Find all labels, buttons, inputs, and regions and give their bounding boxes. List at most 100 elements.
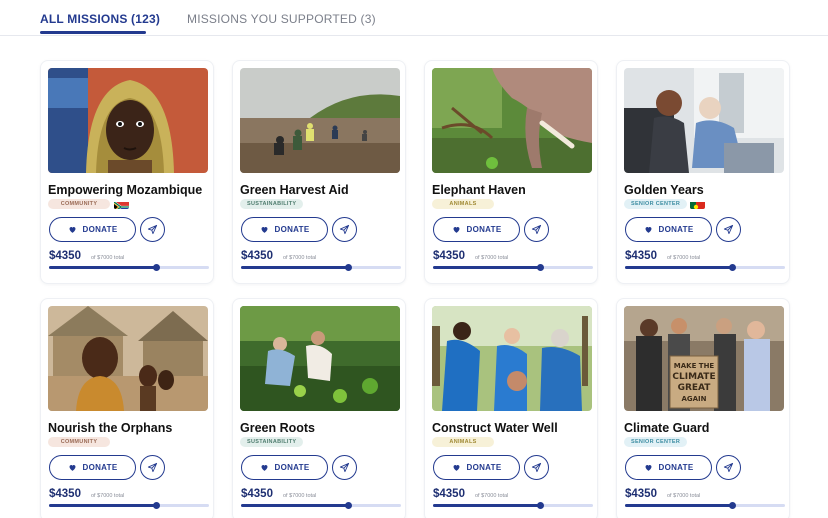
mission-card[interactable]: Nourish the Orphans COMMUNITY DONATE $4350 o… — [40, 298, 214, 518]
mission-title[interactable]: Nourish the Orphans — [48, 421, 172, 435]
heart-icon — [453, 227, 459, 233]
mission-card[interactable]: Empowering Mozambique COMMUNITY DONATE $43… — [40, 60, 214, 284]
category-badge: ANIMALS — [432, 199, 494, 209]
donate-button[interactable]: DONATE — [433, 217, 520, 242]
category-badge: ANIMALS — [432, 437, 494, 447]
progress-bar — [241, 502, 401, 509]
donate-label: DONATE — [466, 463, 502, 472]
heart-icon — [261, 227, 267, 233]
category-badge: SENIOR CENTER — [624, 437, 688, 447]
donate-button[interactable]: DONATE — [625, 217, 712, 242]
mission-card[interactable]: Green Roots SUSTAINABILITY DONATE $4350 of $… — [232, 298, 406, 518]
share-button[interactable] — [140, 217, 165, 242]
mission-title[interactable]: Elephant Haven — [432, 183, 526, 197]
mission-title[interactable]: Green Roots — [240, 421, 315, 435]
climate-protest-photo[interactable]: MAKE THE CLIMATE GREAT AGAIN — [624, 306, 784, 411]
send-icon — [723, 224, 734, 235]
progress-bar — [49, 264, 209, 271]
sign-text-line: MAKE THE — [674, 362, 715, 370]
mission-card[interactable]: MAKE THE CLIMATE GREAT AGAIN Climate Guard S… — [616, 298, 790, 518]
tab-all-missions[interactable]: ALL MISSIONS (123) — [40, 12, 160, 26]
mission-title[interactable]: Climate Guard — [624, 421, 709, 435]
raised-amount: $4350 — [241, 488, 273, 500]
send-icon — [531, 462, 542, 473]
heart-icon — [261, 465, 267, 471]
donate-label: DONATE — [658, 463, 694, 472]
donate-label: DONATE — [466, 225, 502, 234]
mission-tabs: ALL MISSIONS (123) MISSIONS YOU SUPPORTE… — [0, 0, 828, 36]
portugal-flag — [690, 199, 705, 209]
progress-fill — [433, 266, 541, 269]
garden-volunteers-photo[interactable] — [240, 306, 400, 411]
send-icon — [147, 224, 158, 235]
share-button[interactable] — [332, 455, 357, 480]
mission-card[interactable]: Green Harvest Aid SUSTAINABILITY DONATE $43… — [232, 60, 406, 284]
category-badge: COMMUNITY — [48, 437, 110, 447]
progress-knob — [345, 264, 353, 271]
raised-amount: $4350 — [433, 488, 465, 500]
donate-button[interactable]: DONATE — [625, 455, 712, 480]
progress-bar — [241, 264, 401, 271]
goal-text: of $7000 total — [283, 493, 317, 499]
mission-card[interactable]: Elephant Haven ANIMALS DONATE $4350 of $7000… — [424, 60, 598, 284]
mission-title[interactable]: Empowering Mozambique — [48, 183, 202, 197]
donate-button[interactable]: DONATE — [241, 455, 328, 480]
girl-headscarf-photo[interactable] — [48, 68, 208, 173]
progress-bar — [433, 264, 593, 271]
share-button[interactable] — [716, 455, 741, 480]
share-button[interactable] — [524, 217, 549, 242]
elderly-care-photo[interactable] — [624, 68, 784, 173]
progress-fill — [625, 266, 733, 269]
category-badge: COMMUNITY — [48, 199, 110, 209]
heart-icon — [453, 465, 459, 471]
donate-label: DONATE — [274, 225, 310, 234]
goal-text: of $7000 total — [91, 493, 125, 499]
goal-text: of $7000 total — [475, 493, 509, 499]
donate-button[interactable]: DONATE — [241, 217, 328, 242]
progress-knob — [537, 502, 545, 509]
progress-knob — [153, 264, 161, 271]
donate-button[interactable]: DONATE — [433, 455, 520, 480]
raised-amount: $4350 — [49, 250, 81, 262]
progress-fill — [433, 504, 541, 507]
send-icon — [147, 462, 158, 473]
donate-button[interactable]: DONATE — [49, 455, 136, 480]
heart-icon — [645, 227, 651, 233]
share-button[interactable] — [524, 455, 549, 480]
south-africa-flag — [114, 199, 129, 209]
category-badge: SENIOR CENTER — [624, 199, 688, 209]
goal-text: of $7000 total — [91, 255, 125, 261]
mission-title[interactable]: Green Harvest Aid — [240, 183, 349, 197]
volunteers-huddle-photo[interactable] — [432, 306, 592, 411]
raised-amount: $4350 — [433, 250, 465, 262]
donate-label: DONATE — [82, 463, 118, 472]
progress-bar — [49, 502, 209, 509]
donate-label: DONATE — [274, 463, 310, 472]
mission-title[interactable]: Golden Years — [624, 183, 704, 197]
share-button[interactable] — [716, 217, 741, 242]
category-badge: SUSTAINABILITY — [240, 437, 304, 447]
heart-icon — [69, 465, 75, 471]
donate-label: DONATE — [658, 225, 694, 234]
donate-button[interactable]: DONATE — [49, 217, 136, 242]
beach-planting-photo[interactable] — [240, 68, 400, 173]
mission-card[interactable]: Construct Water Well ANIMALS DONATE $4350 of… — [424, 298, 598, 518]
send-icon — [339, 224, 350, 235]
elephant-photo[interactable] — [432, 68, 592, 173]
share-button[interactable] — [332, 217, 357, 242]
active-tab-indicator — [40, 31, 146, 34]
raised-amount: $4350 — [241, 250, 273, 262]
raised-amount: $4350 — [625, 250, 657, 262]
progress-fill — [49, 266, 157, 269]
progress-knob — [729, 264, 737, 271]
mission-title[interactable]: Construct Water Well — [432, 421, 558, 435]
mission-card[interactable]: Golden Years SENIOR CENTER DONATE $4350 of … — [616, 60, 790, 284]
village-children-photo[interactable] — [48, 306, 208, 411]
goal-text: of $7000 total — [667, 255, 701, 261]
tab-missions-supported[interactable]: MISSIONS YOU SUPPORTED (3) — [187, 12, 376, 26]
progress-fill — [49, 504, 157, 507]
progress-knob — [153, 502, 161, 509]
share-button[interactable] — [140, 455, 165, 480]
progress-knob — [729, 502, 737, 509]
raised-amount: $4350 — [625, 488, 657, 500]
